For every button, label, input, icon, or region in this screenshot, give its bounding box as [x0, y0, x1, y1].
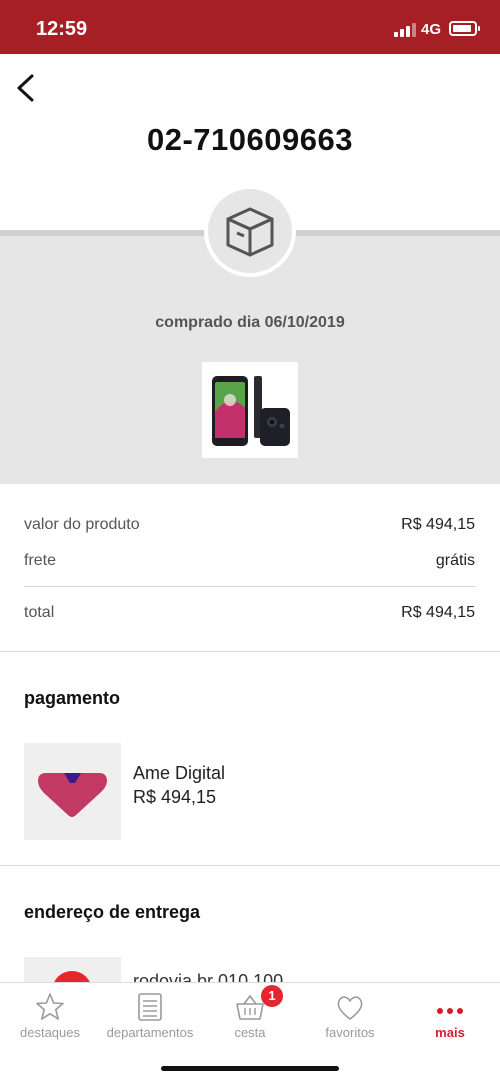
network-type: 4G: [421, 21, 442, 38]
payment-method-name: Ame Digital: [133, 763, 226, 783]
tab-label: departamentos: [106, 1025, 194, 1040]
shipping-value: grátis: [435, 552, 475, 569]
tab-favoritos[interactable]: favoritos: [300, 983, 400, 1053]
tab-mais[interactable]: mais: [400, 983, 500, 1053]
purchase-date: comprado dia 06/10/2019: [155, 314, 345, 331]
chevron-left-icon: [17, 74, 34, 102]
order-number: 02-710609663: [147, 122, 353, 157]
product-image[interactable]: [202, 362, 298, 458]
summary-divider: [24, 586, 476, 587]
tab-label: destaques: [20, 1025, 80, 1040]
tab-label: mais: [435, 1025, 465, 1040]
tab-label: favoritos: [325, 1025, 375, 1040]
status-bar: 12:59 4G: [0, 0, 500, 54]
product-value-label: valor do produto: [24, 516, 140, 533]
tab-destaques[interactable]: destaques: [0, 983, 100, 1053]
package-box-icon: [226, 207, 274, 257]
tab-label: cesta: [234, 1025, 266, 1040]
section-divider: [0, 865, 500, 866]
status-time: 12:59: [36, 18, 88, 40]
package-icon-circle: [204, 185, 296, 277]
cart-count-badge: 1: [261, 985, 283, 1007]
star-icon: [36, 993, 64, 1020]
product-value: R$ 494,15: [401, 516, 475, 533]
total-label: total: [24, 604, 55, 621]
payment-amount: R$ 494,15: [133, 787, 217, 807]
cellular-signal-icon: [394, 23, 416, 37]
total-value: R$ 494,15: [401, 604, 475, 621]
battery-icon: [449, 21, 480, 36]
payment-title: pagamento: [24, 688, 121, 708]
section-divider: [0, 651, 500, 652]
more-dots-icon: [437, 1008, 463, 1014]
shipping-label: frete: [24, 552, 57, 569]
list-icon: [138, 993, 162, 1021]
tab-cesta[interactable]: 1 cesta: [200, 983, 300, 1053]
ame-logo-icon: [38, 773, 107, 817]
payment-method-logo: [24, 743, 121, 840]
tab-departamentos[interactable]: departamentos: [100, 983, 200, 1053]
smartphone-product-image: [212, 376, 290, 446]
heart-icon: [337, 996, 363, 1020]
home-indicator[interactable]: [161, 1066, 339, 1071]
back-button[interactable]: [10, 70, 46, 106]
delivery-title: endereço de entrega: [24, 902, 201, 922]
